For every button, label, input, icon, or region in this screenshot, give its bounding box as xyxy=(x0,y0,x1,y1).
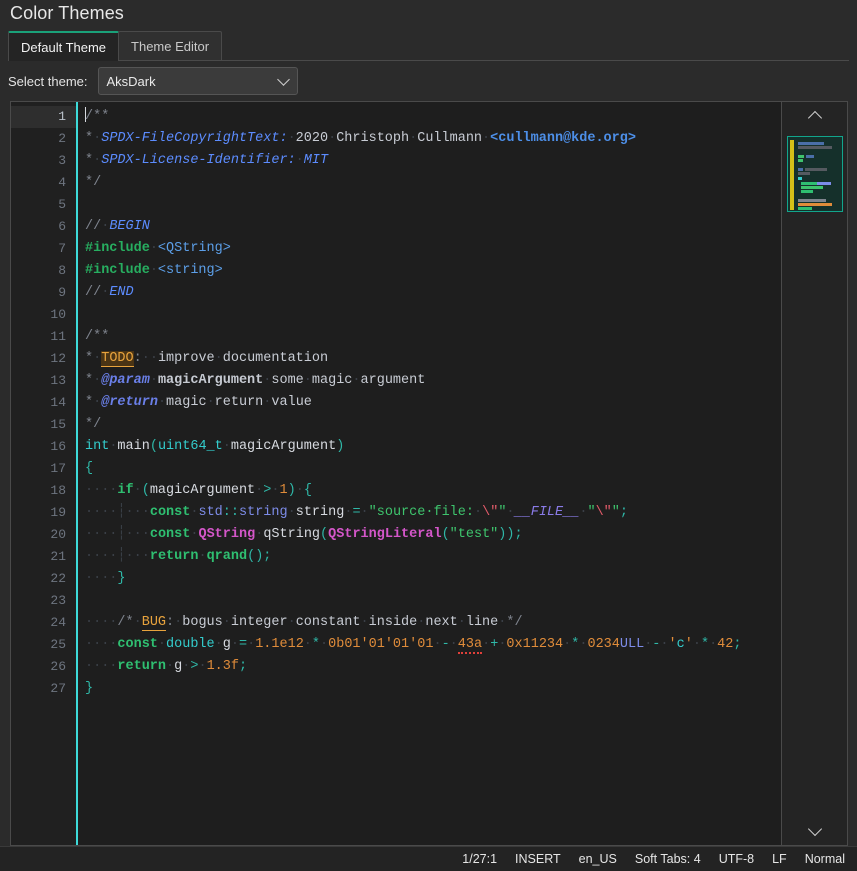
chevron-down-icon xyxy=(276,73,290,86)
color-themes-window: Color Themes Default Theme Theme Editor … xyxy=(0,0,857,871)
line-number: 6 xyxy=(58,219,66,234)
code-line: */ xyxy=(85,175,102,190)
status-cursor-position[interactable]: 1/27:1 xyxy=(462,852,497,866)
code-line: *·@return·magic·return·value xyxy=(85,395,312,410)
status-line-ending[interactable]: LF xyxy=(772,852,787,866)
code-line: #include·<QString> xyxy=(85,241,231,256)
status-bar: 1/27:1 INSERT en_US Soft Tabs: 4 UTF-8 L… xyxy=(0,846,857,871)
status-tab-settings[interactable]: Soft Tabs: 4 xyxy=(635,852,701,866)
theme-select-value: AksDark xyxy=(106,73,156,89)
scrollbar-track[interactable] xyxy=(782,220,847,817)
minimap[interactable] xyxy=(787,136,843,212)
line-number: 7 xyxy=(58,241,66,256)
line-number: 25 xyxy=(50,637,66,652)
editor-scrollbar[interactable] xyxy=(781,102,847,845)
tab-bar: Default Theme Theme Editor xyxy=(8,31,223,61)
chevron-up-icon[interactable] xyxy=(782,102,847,130)
line-number: 1 xyxy=(11,106,76,128)
code-line: ····┆···const·std::string·string·=·"sour… xyxy=(85,505,628,520)
code-editor[interactable]: 1 2 3 4 5 6 7 8 9 10 11 12 13 14 15 16 1… xyxy=(10,101,848,846)
code-line: #include·<string> xyxy=(85,263,223,278)
line-number: 24 xyxy=(50,615,66,630)
code-line: int·main(uint64_t·magicArgument) xyxy=(85,439,345,454)
line-number: 21 xyxy=(50,549,66,564)
code-line: /** xyxy=(85,107,110,124)
tab-panel-divider xyxy=(8,60,849,61)
line-number: 14 xyxy=(50,395,66,410)
code-line: ····┆···return·qrand(); xyxy=(85,549,272,564)
line-number: 22 xyxy=(50,571,66,586)
code-line: //·BEGIN xyxy=(85,219,150,234)
line-number: 5 xyxy=(58,197,66,212)
code-line: *·SPDX-License-Identifier:·MIT xyxy=(85,153,329,168)
line-number: 23 xyxy=(50,593,66,608)
line-number: 16 xyxy=(50,439,66,454)
line-number: 12 xyxy=(50,351,66,366)
line-number: 2 xyxy=(58,131,66,146)
tab-default-theme[interactable]: Default Theme xyxy=(8,31,120,61)
code-line: ····if·(magicArgument·>·1)·{ xyxy=(85,483,312,498)
line-number: 18 xyxy=(50,483,66,498)
code-line: } xyxy=(85,681,94,696)
line-number-gutter: 1 2 3 4 5 6 7 8 9 10 11 12 13 14 15 16 1… xyxy=(11,102,76,845)
line-number: 4 xyxy=(58,175,66,190)
line-number: 26 xyxy=(50,659,66,674)
code-line: ····const·double·g·=·1.1e12·*·0b01'01'01… xyxy=(85,637,742,654)
code-line: /** xyxy=(85,329,110,344)
tab-theme-editor[interactable]: Theme Editor xyxy=(118,31,223,61)
code-line: ····┆···const·QString·qString(QStringLit… xyxy=(85,527,523,542)
page-title: Color Themes xyxy=(10,3,124,23)
status-encoding[interactable]: UTF-8 xyxy=(719,852,754,866)
theme-selector-label: Select theme: xyxy=(8,73,88,89)
line-number: 20 xyxy=(50,527,66,542)
theme-selector-row: Select theme: AksDark xyxy=(8,66,298,96)
code-line: *·@param·magicArgument·some·magic·argume… xyxy=(85,373,426,388)
line-number: 11 xyxy=(50,329,66,344)
code-text-area[interactable]: /** *·SPDX-FileCopyrightText:·2020·Chris… xyxy=(78,102,781,845)
modified-lines-marker xyxy=(790,140,794,210)
line-number: 3 xyxy=(58,153,66,168)
tab-default-theme-label: Default Theme xyxy=(21,39,107,55)
line-number: 9 xyxy=(58,285,66,300)
line-number: 8 xyxy=(58,263,66,278)
code-line: //·END xyxy=(85,285,134,300)
line-number: 13 xyxy=(50,373,66,388)
theme-select-dropdown[interactable]: AksDark xyxy=(97,67,298,95)
code-line: *·TODO:··improve·documentation xyxy=(85,351,329,367)
line-number: 17 xyxy=(50,461,66,476)
line-number: 27 xyxy=(50,681,66,696)
line-number: 10 xyxy=(50,307,66,322)
status-mode[interactable]: Normal xyxy=(805,852,845,866)
chevron-down-icon[interactable] xyxy=(782,817,847,845)
code-line: ····return·g·>·1.3f; xyxy=(85,659,248,674)
code-line: */ xyxy=(85,417,102,432)
code-line: ····} xyxy=(85,571,126,586)
line-number: 15 xyxy=(50,417,66,432)
status-locale[interactable]: en_US xyxy=(579,852,617,866)
code-line: ····/*·BUG:·bogus·integer·constant·insid… xyxy=(85,615,523,631)
tab-theme-editor-label: Theme Editor xyxy=(131,39,210,54)
line-number: 19 xyxy=(50,505,66,520)
code-line: { xyxy=(85,461,94,476)
status-input-mode[interactable]: INSERT xyxy=(515,852,561,866)
code-line: *·SPDX-FileCopyrightText:·2020·Christoph… xyxy=(85,131,636,146)
